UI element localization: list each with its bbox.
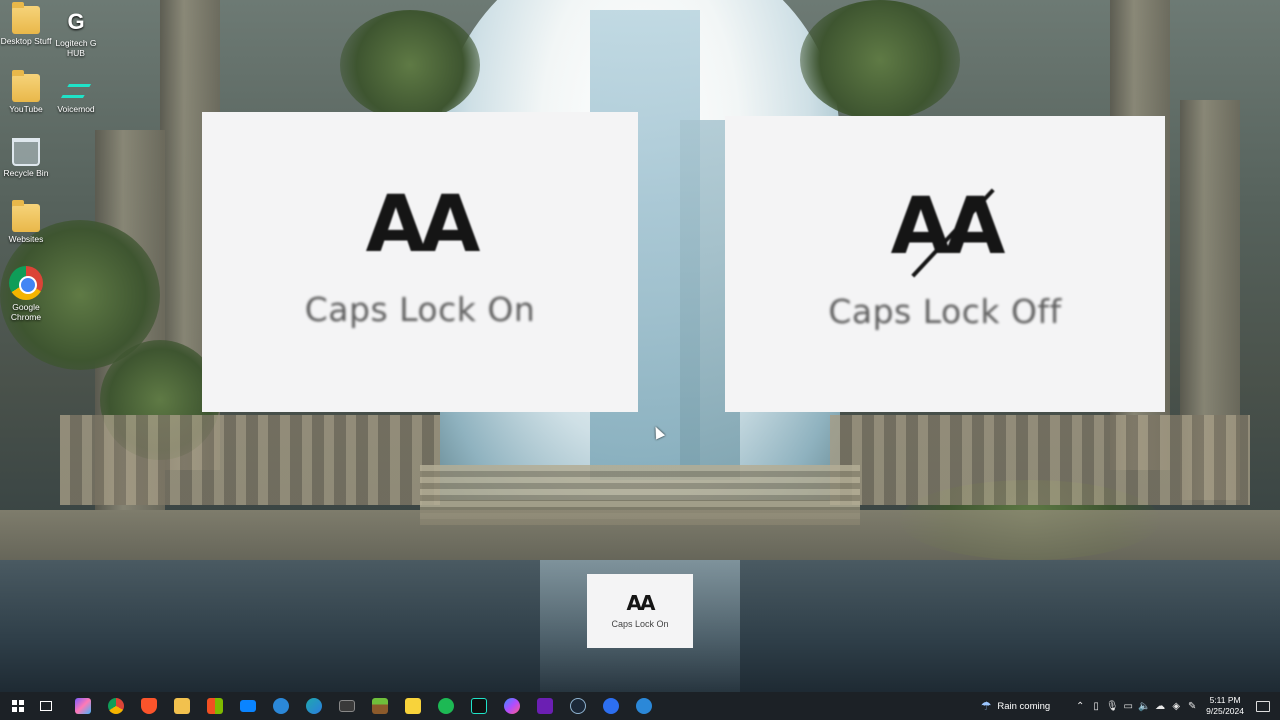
caps-lock-off-label: Caps Lock Off (828, 291, 1062, 331)
copilot-icon (74, 698, 91, 714)
wallpaper-balustrade (830, 415, 1250, 505)
chrome-folder-icon (12, 200, 40, 232)
mail-icon (239, 700, 256, 712)
desktop-icon-label: Websites (8, 234, 44, 244)
desktop-icon-google-chrome[interactable]: Google Chrome (0, 266, 52, 322)
taskbar-app-file-explorer[interactable] (165, 692, 198, 720)
device-icon[interactable]: ▯ (1088, 701, 1104, 712)
caps-lock-on-icon: AA (365, 179, 481, 270)
desktop-icon-recycle-bin[interactable]: Recycle Bin (0, 138, 52, 178)
volume-icon[interactable]: 🔈 (1136, 701, 1152, 712)
taskbar-app-blue-2[interactable] (627, 692, 660, 720)
taskbar-app-sticky-notes[interactable] (396, 692, 429, 720)
wallpaper-foliage (340, 10, 480, 120)
desktop-icon-label: YouTube (9, 104, 43, 114)
recycle-bin-icon (12, 138, 40, 166)
taskbar-app-remote-desktop[interactable] (264, 692, 297, 720)
folder-icon (173, 698, 190, 714)
desktop-icon-desktop-stuff[interactable]: Desktop Stuff (0, 2, 52, 46)
folder-icon (12, 2, 40, 34)
task-view-button[interactable] (32, 692, 60, 720)
microphone-icon[interactable]: 🎙 (1104, 701, 1120, 712)
desktop-icon-label: Logitech G HUB (55, 38, 97, 58)
weather-text: Rain coming (997, 700, 1051, 712)
clock-date: 9/25/2024 (1206, 706, 1244, 716)
taskbar-app-minecraft[interactable] (363, 692, 396, 720)
desktop-icon-websites[interactable]: Websites (0, 200, 52, 244)
logitech-ghub-icon: G (67, 9, 85, 34)
task-view-icon (40, 701, 52, 711)
caps-lock-toast: AA Caps Lock On (587, 574, 693, 648)
taskbar-app-copilot[interactable] (66, 692, 99, 720)
taskbar-app-mail[interactable] (231, 692, 264, 720)
windows-logo-icon (12, 700, 24, 712)
network-icon[interactable]: ◈ (1168, 701, 1184, 712)
sticky-notes-icon (404, 698, 421, 714)
brave-icon (140, 698, 157, 714)
store-icon (206, 698, 223, 714)
remote-desktop-icon (272, 698, 289, 714)
rain-cloud-icon: ☂ (980, 699, 992, 713)
taskbar-app-brave[interactable] (132, 692, 165, 720)
taskbar-app-voicemod[interactable] (462, 692, 495, 720)
taskbar-app-steam[interactable] (561, 692, 594, 720)
terminal-icon (338, 700, 355, 712)
app-icon (635, 698, 652, 714)
app-icon (602, 698, 619, 714)
desktop-icon-label: Desktop Stuff (0, 36, 52, 46)
caps-lock-off-card: AA Caps Lock Off (725, 116, 1165, 412)
desktop-icon-voicemod[interactable]: Voicemod (50, 74, 102, 114)
caps-lock-toast-icon: AA (626, 591, 656, 615)
voicemod-icon (470, 698, 487, 714)
chevron-up-icon[interactable]: ⌃ (1072, 701, 1088, 712)
edge-icon (305, 698, 322, 714)
desktop-icon-logitech-ghub[interactable]: G Logitech G HUB (50, 8, 102, 58)
folder-icon (12, 70, 40, 102)
steam-icon (569, 698, 586, 714)
next-app-icon (536, 698, 553, 714)
caps-lock-off-icon: AA (891, 188, 1005, 278)
voicemod-icon (62, 74, 90, 102)
chrome-icon (9, 266, 43, 300)
desktop-icon-label: Recycle Bin (3, 168, 49, 178)
weather-widget[interactable]: ☂ Rain coming (981, 699, 1051, 713)
taskbar-app-microsoft-store[interactable] (198, 692, 231, 720)
taskbar-app-spotify[interactable] (429, 692, 462, 720)
monitor-icon[interactable]: ▭ (1120, 701, 1136, 712)
caps-lock-toast-label: Caps Lock On (611, 619, 669, 629)
taskbar-app-messenger[interactable] (495, 692, 528, 720)
desktop-icon-label: Google Chrome (10, 302, 42, 322)
taskbar-app-edge[interactable] (297, 692, 330, 720)
chrome-icon (107, 698, 124, 714)
notification-icon[interactable] (1256, 700, 1270, 712)
minecraft-icon (371, 698, 388, 714)
wallpaper-balustrade (60, 415, 440, 505)
spotify-icon (437, 698, 454, 714)
pen-icon[interactable]: ✎ (1184, 701, 1200, 712)
taskbar-apps (66, 692, 660, 720)
taskbar-app-terminal[interactable] (330, 692, 363, 720)
caps-lock-on-label: Caps Lock On (304, 289, 536, 329)
caps-lock-off-glyph: AA (890, 181, 1006, 272)
system-tray: ☂ Rain coming ⌃ ▯ 🎙 ▭ 🔈 ☁ ◈ ✎ 5:11 PM 9/… (981, 692, 1280, 720)
messenger-icon (503, 698, 520, 714)
clock-time: 5:11 PM (1209, 695, 1241, 705)
taskbar-app-chrome[interactable] (99, 692, 132, 720)
wallpaper-foliage (800, 0, 960, 120)
desktop-icon-youtube[interactable]: YouTube (0, 70, 52, 114)
taskbar-app-next[interactable] (528, 692, 561, 720)
taskbar: ☂ Rain coming ⌃ ▯ 🎙 ▭ 🔈 ☁ ◈ ✎ 5:11 PM 9/… (0, 692, 1280, 720)
cloud-icon[interactable]: ☁ (1152, 701, 1168, 712)
start-button[interactable] (4, 692, 32, 720)
desktop-icon-label: Voicemod (57, 104, 95, 114)
taskbar-clock[interactable]: 5:11 PM 9/25/2024 (1206, 695, 1244, 717)
caps-lock-on-card: AA Caps Lock On (202, 112, 638, 412)
taskbar-app-blue[interactable] (594, 692, 627, 720)
